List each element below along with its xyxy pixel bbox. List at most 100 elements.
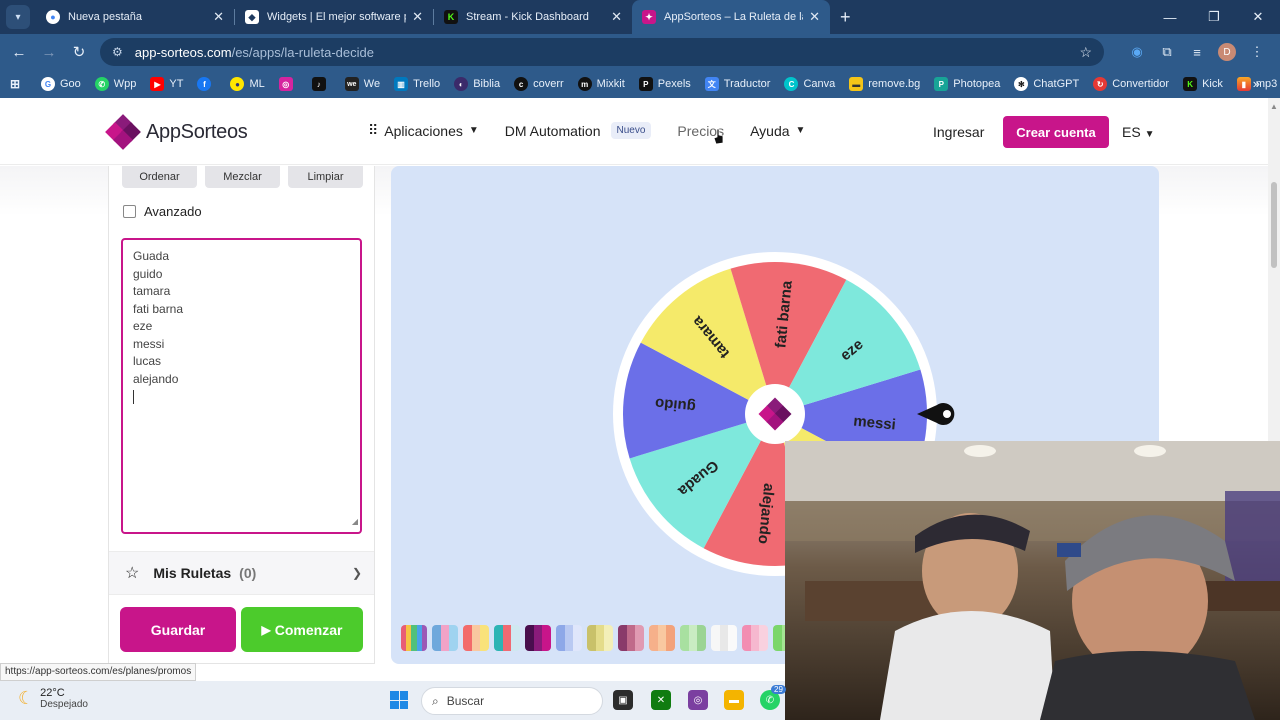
bookmark-biblia[interactable]: ◐ Biblia [454,77,500,91]
media-control-icon[interactable]: ≡ [1182,45,1212,60]
signup-button[interactable]: Crear cuenta [1003,116,1109,148]
close-tab-icon[interactable]: ✕ [213,9,224,25]
bookmark-convertidor[interactable]: ↻ Convertidor [1093,77,1169,91]
palette-swatch[interactable] [556,625,582,651]
profile-avatar[interactable]: D [1218,43,1236,61]
scrollbar-thumb[interactable] [1271,182,1277,268]
appsorteos-logo[interactable]: AppSorteos [105,114,248,150]
file-explorer-icon[interactable]: ▬ [724,690,744,710]
bookmark-label: ChatGPT [1033,78,1080,90]
bookmark-canva[interactable]: C Canva [784,77,835,91]
minimize-icon[interactable]: — [1148,0,1192,34]
nav-label: Ayuda [750,122,790,139]
restore-icon[interactable]: ❐ [1192,0,1236,34]
palette-swatch[interactable] [649,625,675,651]
window-controls: — ❐ ✕ [1148,0,1280,34]
save-button[interactable]: Guardar [120,607,236,652]
nav-dm-automation[interactable]: DM Automation Nuevo [505,122,652,139]
my-wheels-row[interactable]: ☆ Mis Ruletas (0) ❯ [109,551,374,595]
mercadolibre-icon: ● [230,77,245,91]
bookmark-traductor[interactable]: 文 Traductor [704,77,770,91]
bookmark-instagram[interactable]: ◎ [278,77,298,91]
bookmark-tiktok[interactable]: ♪ [311,77,331,91]
menu-dots-icon[interactable]: ⋮ [1242,44,1272,60]
shuffle-button[interactable]: Mezclar [205,166,280,188]
bookmark-facebook[interactable]: f [197,77,216,91]
palette-swatch[interactable] [432,625,458,651]
bookmark-wpp[interactable]: ✆ Wpp [94,77,136,91]
palette-swatch[interactable] [618,625,644,651]
bookmark-pexels[interactable]: P Pexels [638,77,691,91]
more-bookmarks-icon[interactable]: » [1253,76,1260,91]
start-button[interactable]: ▶ Comenzar [241,607,363,652]
reload-icon[interactable]: ↻ [64,43,94,61]
nav-aplicaciones[interactable]: ⠿ Aplicaciones ▼ [368,122,479,139]
palette-swatch[interactable] [401,625,427,651]
new-badge: Nuevo [610,122,652,139]
bookmark-coverr[interactable]: c coverr [514,77,564,91]
palette-swatch[interactable] [494,625,520,651]
palette-swatch[interactable] [680,625,706,651]
tab-kick-dashboard[interactable]: K Stream - Kick Dashboard ✕ [434,0,632,34]
nav-ayuda[interactable]: Ayuda ▼ [750,123,805,139]
login-link[interactable]: Ingresar [933,124,984,140]
task-view-icon[interactable]: ▣ [613,690,633,710]
bookmark-mixkit[interactable]: m Mixkit [577,77,625,91]
palette-swatch[interactable] [742,625,768,651]
tab-appsorteos[interactable]: ✦ AppSorteos – La Ruleta de la Su ✕ [632,0,830,34]
advanced-toggle[interactable]: Avanzado [123,204,202,219]
taskbar-search[interactable]: ⌕ Buscar [421,687,603,715]
bookmark-photopea[interactable]: P Photopea [934,77,1000,91]
resize-grip-icon[interactable]: ◢ [352,513,358,531]
xbox-icon[interactable]: ✕ [651,690,671,710]
webcam-video-image [785,441,1280,720]
obs-icon[interactable]: ◎ [688,690,708,710]
close-tab-icon[interactable]: ✕ [611,9,622,25]
bookmark-kick[interactable]: K Kick [1183,77,1223,91]
bookmark-ml[interactable]: ● ML [230,77,265,91]
palette-swatch[interactable] [711,625,737,651]
tab-search-button[interactable]: ▾ [6,5,30,29]
bookmark-chatgpt[interactable]: ✻ ChatGPT [1014,77,1079,91]
bookmark-label: coverr [533,78,564,90]
palette-swatch[interactable] [587,625,613,651]
close-tab-icon[interactable]: ✕ [809,9,820,25]
convertidor-icon: ↻ [1093,77,1108,91]
back-arrow-icon[interactable]: ← [4,44,34,61]
close-window-icon[interactable]: ✕ [1236,0,1280,34]
bookmark-apps[interactable]: ⊞ [8,77,27,91]
extensions-puzzle-icon[interactable]: ⧉ [1152,44,1182,60]
palette-swatch[interactable] [463,625,489,651]
forward-arrow-icon[interactable]: → [34,44,64,61]
bookmark-goo[interactable]: G Goo [41,77,81,91]
wheel-peg [921,366,926,371]
name-line: eze [133,319,153,333]
browser-tab-strip: ▾ ● Nueva pestaña ✕ ◆ Widgets | El mejor… [0,0,1280,34]
scroll-up-icon[interactable]: ▲ [1270,102,1278,111]
url-bar[interactable]: ⚙ app-sorteos.com/es/apps/la-ruleta-deci… [100,38,1104,66]
bookmark-label: Biblia [473,78,501,90]
weather-widget[interactable]: ☾ 22°C Despejado [18,687,88,710]
advanced-checkbox[interactable] [123,205,136,218]
palette-swatch[interactable] [525,625,551,651]
tab-new-tab[interactable]: ● Nueva pestaña ✕ [36,0,234,34]
bookmark-star-icon[interactable]: ☆ [1079,44,1092,61]
chevron-down-icon: ▼ [795,125,806,136]
translate-icon: 文 [704,77,719,91]
name-line: alejando [133,371,179,386]
site-info-icon[interactable]: ⚙ [112,45,123,59]
language-selector[interactable]: ES ▼ [1122,124,1154,140]
shazam-extension-icon[interactable]: ◉ [1122,44,1152,60]
close-tab-icon[interactable]: ✕ [412,9,423,25]
clear-button[interactable]: Limpiar [288,166,363,188]
bookmark-trello[interactable]: ▥ Trello [394,77,440,91]
new-tab-plus-icon[interactable]: + [840,7,851,28]
windows-start-icon[interactable] [390,691,408,709]
bookmark-removebg[interactable]: ▬ remove.bg [849,77,920,91]
tab-widgets[interactable]: ◆ Widgets | El mejor software par ✕ [235,0,433,34]
sort-button[interactable]: Ordenar [122,166,197,188]
names-textarea[interactable]: Guada guido tamara fati barna eze messi … [121,238,362,534]
toolbar-icons: ◉ ⧉ ≡ D ⋮ [1122,34,1272,70]
bookmark-we[interactable]: we We [344,77,380,91]
bookmark-yt[interactable]: ▶ YT [150,77,183,91]
